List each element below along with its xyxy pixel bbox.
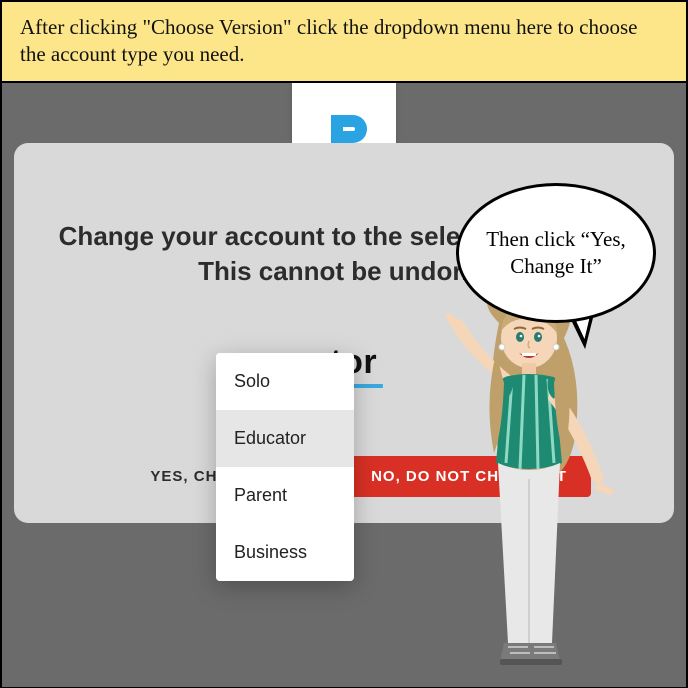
account-type-dropdown[interactable]: Solo Educator Parent Business bbox=[216, 353, 354, 581]
dropdown-item-educator[interactable]: Educator bbox=[216, 410, 354, 467]
dropdown-item-parent[interactable]: Parent bbox=[216, 467, 354, 524]
dropdown-item-solo[interactable]: Solo bbox=[216, 353, 354, 410]
dropdown-item-business[interactable]: Business bbox=[216, 524, 354, 581]
instruction-banner: After clicking "Choose Version" click th… bbox=[2, 2, 686, 83]
speech-bubble-text: Then click “Yes, Change It” bbox=[479, 226, 633, 279]
stage: Change your account to the selected vers… bbox=[2, 83, 686, 687]
speech-bubble: Then click “Yes, Change It” bbox=[456, 183, 656, 323]
